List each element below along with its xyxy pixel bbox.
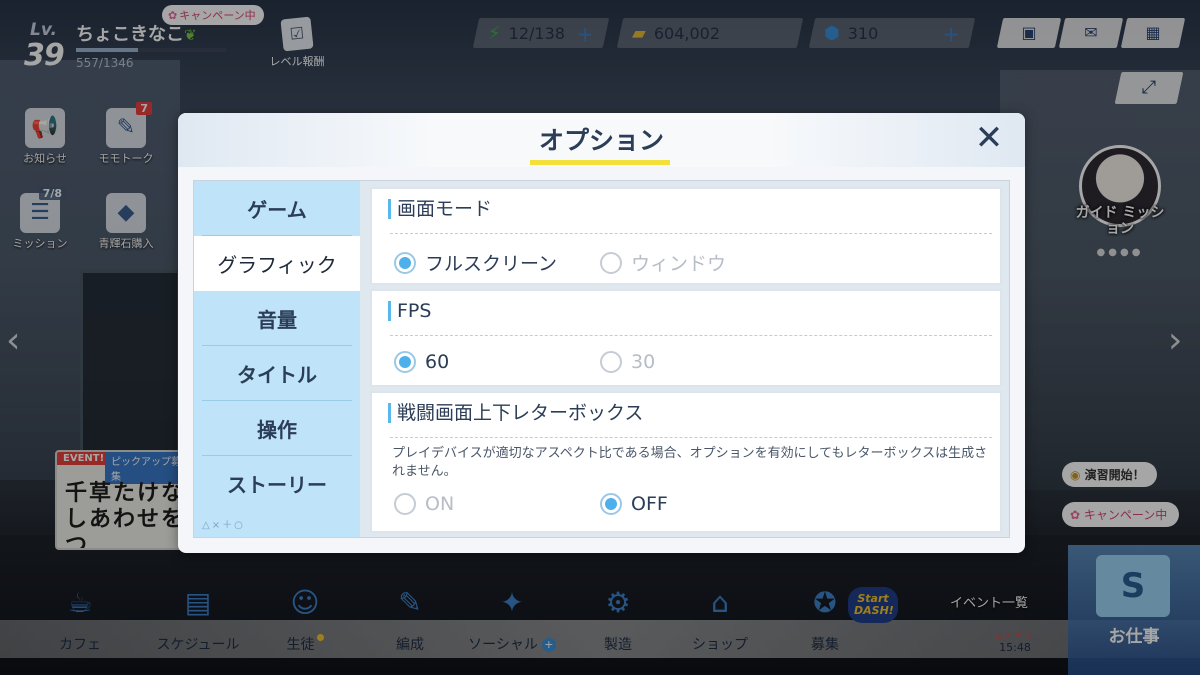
radio-unselected-icon xyxy=(394,493,416,515)
tab-title[interactable]: タイトル xyxy=(194,346,360,401)
fullscreen-radio[interactable]: フルスクリーン xyxy=(394,249,557,276)
window-radio[interactable]: ウィンドウ xyxy=(600,249,726,276)
tab-volume[interactable]: 音量 xyxy=(194,291,360,346)
dialog-body: ゲーム グラフィック 音量 タイトル 操作 ストーリー △×＋○ 画面モード フ… xyxy=(193,180,1010,538)
radio-unselected-icon xyxy=(600,251,622,274)
tab-story-label: ストーリー xyxy=(227,473,327,497)
fps-title: FPS xyxy=(388,301,431,321)
options-tab-list: ゲーム グラフィック 音量 タイトル 操作 ストーリー △×＋○ xyxy=(194,181,360,537)
section-divider xyxy=(390,233,992,234)
tab-controls-label: 操作 xyxy=(257,418,297,442)
screen-mode-section: 画面モード フルスクリーン ウィンドウ xyxy=(370,187,1002,285)
tab-controls[interactable]: 操作 xyxy=(194,401,360,456)
dialog-header: オプション ✕ xyxy=(178,113,1025,167)
close-button[interactable]: ✕ xyxy=(971,121,1007,157)
tab-title-label: タイトル xyxy=(237,363,317,387)
letterbox-title: 戦闘画面上下レターボックス xyxy=(388,403,643,423)
fps-30-radio[interactable]: 30 xyxy=(600,351,655,373)
fps-30-label: 30 xyxy=(631,351,656,373)
letterbox-off-radio[interactable]: OFF xyxy=(600,493,668,515)
tab-game[interactable]: ゲーム xyxy=(194,181,360,236)
tab-graphics-label: グラフィック xyxy=(217,253,337,277)
radio-selected-icon xyxy=(394,351,416,373)
tab-story[interactable]: ストーリー xyxy=(194,456,360,511)
options-dialog: オプション ✕ ゲーム グラフィック 音量 タイトル 操作 ストーリー △×＋○… xyxy=(178,113,1025,553)
dialog-title: オプション xyxy=(538,126,664,155)
fps-60-label: 60 xyxy=(425,351,450,373)
tab-symbols: △×＋○ xyxy=(202,520,245,531)
letterbox-on-radio[interactable]: ON xyxy=(394,493,454,515)
radio-selected-icon xyxy=(600,493,622,515)
letterbox-off-label: OFF xyxy=(631,493,668,515)
fps-section: FPS 60 30 xyxy=(370,289,1002,387)
section-divider xyxy=(390,335,992,336)
radio-unselected-icon xyxy=(600,351,622,373)
fps-60-radio[interactable]: 60 xyxy=(394,351,449,373)
tab-game-label: ゲーム xyxy=(247,198,307,222)
letterbox-description: プレイデバイスが適切なアスペクト比である場合、オプションを有効にしてもレターボッ… xyxy=(392,446,988,479)
close-icon: ✕ xyxy=(974,118,1004,158)
fullscreen-label: フルスクリーン xyxy=(425,253,558,275)
tab-volume-label: 音量 xyxy=(257,308,297,332)
radio-selected-icon xyxy=(394,251,416,274)
tab-graphics[interactable]: グラフィック xyxy=(194,236,360,291)
window-label: ウィンドウ xyxy=(631,253,727,275)
screen-mode-title: 画面モード xyxy=(388,199,492,219)
letterbox-section: 戦闘画面上下レターボックス プレイデバイスが適切なアスペクト比である場合、オプシ… xyxy=(370,391,1002,533)
title-underline xyxy=(530,160,670,165)
letterbox-on-label: ON xyxy=(425,493,455,515)
section-divider xyxy=(390,437,992,438)
